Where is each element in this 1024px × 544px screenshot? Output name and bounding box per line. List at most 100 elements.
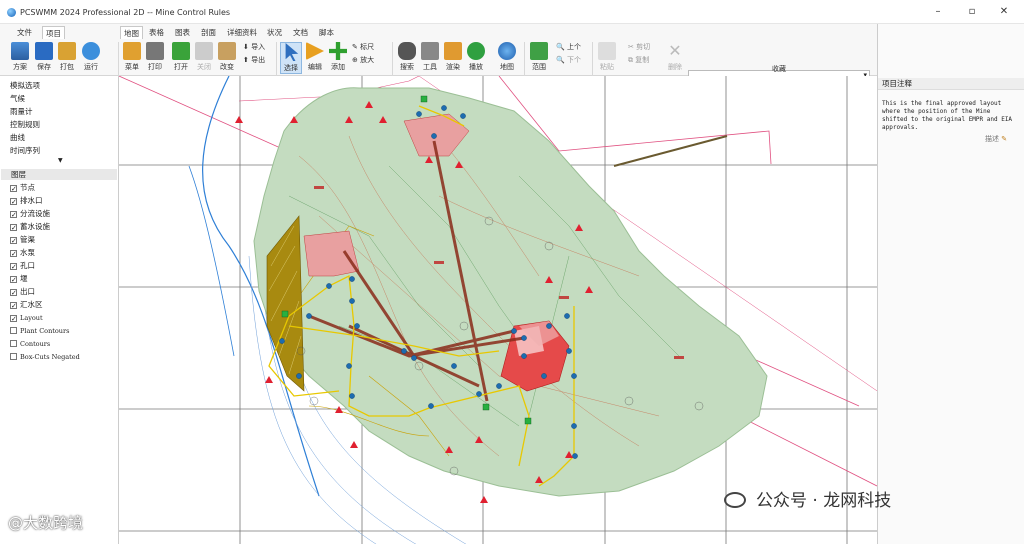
- tab-profile[interactable]: 剖面: [198, 26, 219, 39]
- layer-checkbox[interactable]: ✓: [10, 276, 17, 284]
- layer-checkbox[interactable]: ✓: [10, 289, 17, 297]
- package-icon: [58, 42, 76, 60]
- layer-checkbox[interactable]: ✓: [10, 250, 17, 258]
- layer-item[interactable]: ✓ Layout: [10, 312, 43, 324]
- play-icon: [467, 42, 485, 60]
- expand-arrow-icon[interactable]: ▼: [58, 157, 63, 164]
- map-button[interactable]: 地图: [495, 42, 519, 72]
- tools-button[interactable]: 工具: [419, 42, 441, 72]
- print-button[interactable]: 打印: [144, 42, 166, 72]
- layer-checkbox[interactable]: [10, 353, 17, 360]
- map-canvas[interactable]: [119, 76, 877, 544]
- tab-table[interactable]: 表格: [146, 26, 167, 39]
- tab-chart[interactable]: 图表: [172, 26, 193, 39]
- map-svg[interactable]: [119, 76, 877, 544]
- nav-rain-gages[interactable]: 雨量计: [10, 106, 33, 117]
- menu-button[interactable]: 菜单: [121, 42, 143, 72]
- layer-label: 蓄水设施: [20, 222, 50, 231]
- layer-item[interactable]: ✓ 出口: [10, 286, 35, 298]
- next-extent-button[interactable]: 🔍 下个: [556, 55, 581, 65]
- layer-item[interactable]: Contours: [10, 338, 50, 350]
- layer-item[interactable]: ✓ 堰: [10, 273, 28, 285]
- layer-checkbox[interactable]: ✓: [10, 315, 17, 323]
- left-panel: 模拟选项 气候 雨量计 控制规则 曲线 时间序列 ▼ 图层 ✓ 节点 ✓ 排水口 ✓ 分流…: [0, 76, 119, 544]
- layer-item[interactable]: Box-Cuts Negated: [10, 351, 80, 363]
- binoculars-icon: [398, 42, 416, 60]
- tab-script[interactable]: 脚本: [316, 26, 337, 39]
- run-button[interactable]: 运行: [79, 42, 103, 72]
- maximize-button[interactable]: ▫: [958, 4, 986, 20]
- scenario-button[interactable]: 方案: [8, 42, 32, 72]
- open-button[interactable]: 打开: [170, 42, 192, 72]
- tab-project[interactable]: 项目: [42, 26, 65, 39]
- copy-button[interactable]: ⧉ 复制: [628, 55, 649, 65]
- layer-checkbox[interactable]: ✓: [10, 237, 17, 245]
- layer-checkbox[interactable]: [10, 340, 17, 347]
- layer-item[interactable]: Plant Contours: [10, 325, 69, 337]
- layer-item[interactable]: ✓ 汇水区: [10, 299, 43, 311]
- previous-extent-button[interactable]: 🔍 上个: [556, 42, 581, 52]
- play-button[interactable]: 播放: [465, 42, 487, 72]
- layer-item[interactable]: ✓ 水泵: [10, 247, 35, 259]
- save-button[interactable]: 保存: [32, 42, 56, 72]
- nav-time-series[interactable]: 时间序列: [10, 145, 40, 156]
- zoom-in-button[interactable]: ⊕ 放大: [352, 55, 374, 65]
- select-button[interactable]: 选择: [280, 42, 302, 74]
- tab-file[interactable]: 文件: [14, 26, 35, 39]
- import-button[interactable]: ⬇ 导入: [243, 42, 265, 52]
- layer-checkbox[interactable]: ✓: [10, 198, 17, 206]
- export-button[interactable]: ⬆ 导出: [243, 55, 265, 65]
- layer-label: 分流设施: [20, 209, 50, 218]
- pencil-icon: ✎: [1001, 135, 1008, 143]
- package-button[interactable]: 打包: [55, 42, 79, 72]
- minimize-button[interactable]: –: [924, 4, 952, 20]
- layer-item[interactable]: ✓ 节点: [10, 182, 35, 194]
- layers-icon: [123, 42, 141, 60]
- tab-map[interactable]: 地图: [120, 26, 143, 39]
- layer-label: 水泵: [20, 248, 35, 257]
- render-button[interactable]: 渲染: [442, 42, 464, 72]
- layer-item[interactable]: ✓ 孔口: [10, 260, 35, 272]
- layer-checkbox[interactable]: ✓: [10, 302, 17, 310]
- layers-header: 图层: [1, 169, 117, 180]
- paste-button[interactable]: 粘贴: [596, 42, 618, 72]
- add-button[interactable]: 添加: [327, 42, 349, 72]
- layer-label: 排水口: [20, 196, 43, 205]
- extent-button[interactable]: 范围: [528, 42, 550, 72]
- nav-climate[interactable]: 气候: [10, 93, 25, 104]
- layer-checkbox[interactable]: ✓: [10, 263, 17, 271]
- nav-curves[interactable]: 曲线: [10, 132, 25, 143]
- layer-item[interactable]: ✓ 分流设施: [10, 208, 50, 220]
- ruler-button[interactable]: ✎ 标尺: [352, 42, 374, 52]
- close-layer-button[interactable]: 关闭: [193, 42, 215, 72]
- pit-west: [303, 230, 360, 277]
- title-bar: PCSWMM 2024 Professional 2D -- Mine Cont…: [0, 0, 1024, 24]
- layer-label: 出口: [20, 287, 35, 296]
- tab-status[interactable]: 状况: [264, 26, 285, 39]
- run-icon: [82, 42, 100, 60]
- cut-button[interactable]: ✂ 剪切: [628, 42, 650, 52]
- delete-button[interactable]: ✕ 删除: [664, 42, 686, 72]
- wechat-icon: [724, 492, 746, 508]
- layer-item[interactable]: ✓ 管渠: [10, 234, 35, 246]
- change-button[interactable]: 改变: [216, 42, 238, 72]
- tab-details[interactable]: 详细资料: [224, 26, 260, 39]
- nav-simulation-options[interactable]: 模拟选项: [10, 80, 40, 91]
- nav-control-rules[interactable]: 控制规则: [10, 119, 40, 130]
- tab-docs[interactable]: 文档: [290, 26, 311, 39]
- project-note-text[interactable]: This is the final approved layout where …: [882, 100, 1018, 132]
- layer-checkbox[interactable]: [10, 327, 17, 334]
- describe-link[interactable]: 描述 ✎: [985, 134, 1007, 144]
- layer-checkbox[interactable]: ✓: [10, 224, 17, 232]
- paste-icon: [598, 42, 616, 60]
- close-button[interactable]: ✕: [990, 4, 1018, 20]
- edit-button[interactable]: 编辑: [304, 42, 326, 72]
- layer-checkbox[interactable]: ✓: [10, 211, 17, 219]
- layer-item[interactable]: ✓ 蓄水设施: [10, 221, 50, 233]
- layer-checkbox[interactable]: ✓: [10, 185, 17, 193]
- layer-label: 节点: [20, 183, 35, 192]
- edit-icon: [306, 42, 324, 60]
- extent-icon: [530, 42, 548, 60]
- layer-item[interactable]: ✓ 排水口: [10, 195, 43, 207]
- search-button[interactable]: 搜索: [396, 42, 418, 72]
